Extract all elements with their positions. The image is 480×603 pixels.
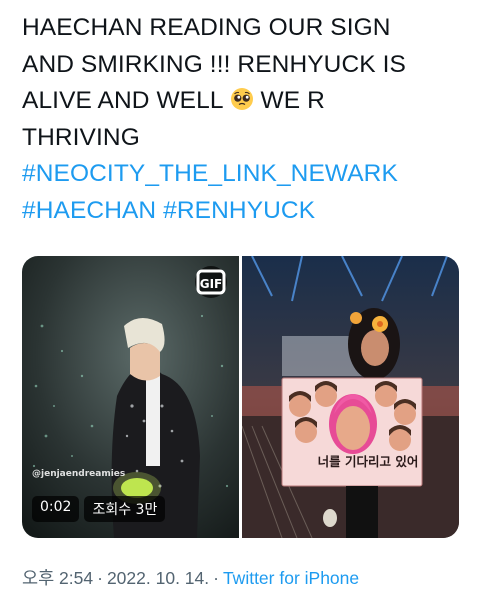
gif-icon-glyph: GIF (196, 269, 226, 295)
sign-text: 너를 기다리고 있어 (317, 454, 419, 469)
tweet-line: THRIVING (22, 123, 140, 151)
tweet-text: HAECHAN READING OUR SIGN AND SMIRKING !!… (22, 10, 462, 229)
separator: · (97, 568, 103, 588)
video-watermark: @jenjaendreamies (32, 469, 126, 479)
pleading-face-emoji-icon (230, 88, 253, 110)
tweet-footer: 오후 2:54 · 2022. 10. 14. · Twitter for iPhone (22, 565, 359, 590)
separator: · (213, 568, 219, 588)
tweet-source-link[interactable]: Twitter for iPhone (223, 568, 359, 588)
gif-icon[interactable]: GIF (195, 266, 227, 298)
video-meta: 0:02 조회수 3만 (32, 496, 166, 522)
hashtag-link[interactable]: #RENHYUCK (163, 197, 315, 224)
video-view-count: 조회수 3만 (84, 496, 166, 522)
photo-image (242, 256, 459, 538)
photo[interactable]: 너를 기다리고 있어 (242, 256, 459, 538)
tweet-date[interactable]: 2022. 10. 14. (107, 568, 209, 588)
hashtag-link[interactable]: #HAECHAN (22, 197, 156, 224)
tweet-line: HAECHAN READING OUR SIGN (22, 14, 391, 41)
tweet-body: HAECHAN READING OUR SIGN AND SMIRKING !!… (22, 10, 462, 229)
media-grid: GIF @jenjaendreamies 0:02 조회수 3만 너를 기다리고… (22, 256, 459, 538)
tweet-line: ALIVE AND WELL WE R (22, 83, 462, 120)
tweet-line-text: ALIVE AND WELL (22, 87, 223, 114)
hashtag-row: #HAECHAN #RENHYUCK (22, 193, 462, 230)
hashtag-link[interactable]: #NEOCITY_THE_LINK_NEWARK (22, 156, 462, 193)
svg-text:GIF: GIF (200, 277, 223, 291)
video-player[interactable]: GIF @jenjaendreamies 0:02 조회수 3만 (22, 256, 239, 538)
video-duration: 0:02 (32, 496, 80, 522)
tweet-line-text: WE R (260, 87, 325, 114)
tweet-time[interactable]: 오후 2:54 (22, 568, 93, 588)
tweet-line: AND SMIRKING !!! RENHYUCK IS (22, 50, 406, 78)
